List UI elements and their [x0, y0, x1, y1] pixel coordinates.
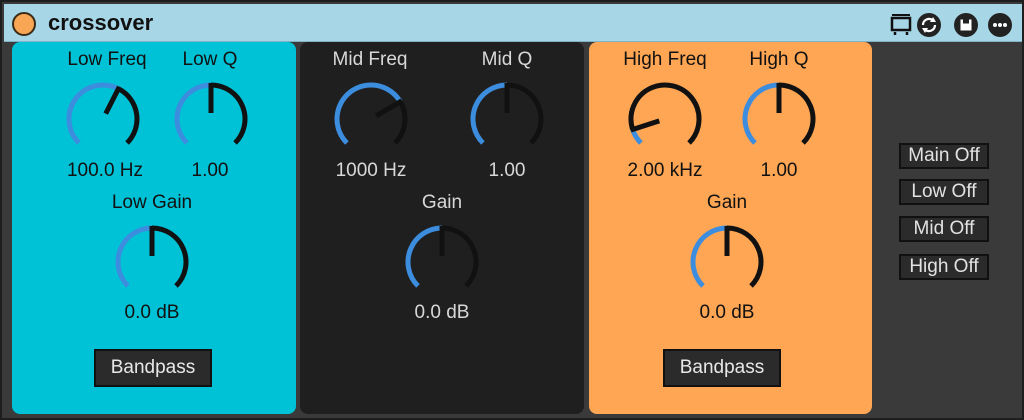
high-q-knob[interactable] — [736, 76, 822, 162]
high-gain-value: 0.0 dB — [699, 302, 755, 323]
high-q-label: High Q — [749, 49, 809, 70]
more-options-icon[interactable] — [987, 12, 1013, 38]
mid-freq-knob[interactable] — [328, 76, 414, 162]
mid-off-toggle[interactable]: Mid Off — [899, 216, 989, 242]
crossover-device: crossover Low Freq 100.0 Hz Low Q 1.00 L… — [0, 0, 1024, 420]
high-off-toggle[interactable]: High Off — [899, 254, 989, 280]
low-gain-label: Low Gain — [111, 192, 193, 213]
knob-track-arc — [393, 100, 408, 145]
knob-track-arc — [628, 82, 702, 145]
low-freq-knob[interactable] — [60, 76, 146, 162]
device-title-bar: crossover — [4, 4, 1022, 42]
knob-track-arc — [778, 82, 816, 145]
knob-value-arc — [115, 225, 153, 288]
knob-value-arc — [690, 225, 728, 288]
low-off-toggle[interactable]: Low Off — [899, 179, 989, 205]
knob-track-arc — [210, 82, 248, 145]
low-q-knob[interactable] — [168, 76, 254, 162]
knob-pointer — [629, 118, 661, 133]
knob-value-arc — [742, 82, 780, 145]
low-q-label: Low Q — [182, 49, 238, 70]
knob-track-arc — [506, 82, 544, 145]
main-off-toggle[interactable]: Main Off — [899, 143, 989, 169]
knob-value-arc — [405, 225, 443, 288]
midi-map-icon[interactable] — [888, 12, 914, 38]
low-gain-knob[interactable] — [109, 219, 195, 305]
high-freq-knob[interactable] — [622, 76, 708, 162]
knob-track-arc — [441, 225, 479, 288]
knob-value-arc — [470, 82, 508, 145]
mid-freq-value: 1000 Hz — [335, 160, 407, 181]
knob-track-arc — [117, 86, 140, 145]
knob-track-arc — [151, 225, 189, 288]
mid-q-value: 1.00 — [488, 160, 526, 181]
knob-value-arc — [334, 82, 403, 145]
high-q-value: 1.00 — [760, 160, 798, 181]
mid-band-panel: Mid Freq 1000 Hz Mid Q 1.00 Gain 0.0 dB — [300, 42, 584, 414]
sync-icon[interactable] — [916, 12, 942, 38]
low-q-value: 1.00 — [191, 160, 229, 181]
knob-value-arc — [174, 82, 212, 145]
knob-pointer — [103, 85, 122, 115]
mid-gain-value: 0.0 dB — [414, 302, 470, 323]
knob-value-arc — [66, 82, 120, 145]
low-gain-value: 0.0 dB — [124, 302, 180, 323]
mid-gain-knob[interactable] — [399, 219, 485, 305]
mid-gain-label: Gain — [421, 192, 463, 213]
low-band-panel: Low Freq 100.0 Hz Low Q 1.00 Low Gain 0.… — [12, 42, 296, 414]
save-icon[interactable] — [953, 12, 979, 38]
high-bandpass-button[interactable]: Bandpass — [663, 349, 781, 387]
mid-freq-label: Mid Freq — [332, 49, 408, 70]
device-title: crossover — [48, 10, 154, 35]
mid-q-label: Mid Q — [481, 49, 533, 70]
high-gain-label: Gain — [706, 192, 748, 213]
mid-q-knob[interactable] — [464, 76, 550, 162]
low-bandpass-button[interactable]: Bandpass — [94, 349, 212, 387]
device-power-button[interactable] — [12, 12, 36, 36]
knob-pointer — [374, 98, 404, 119]
high-band-panel: High Freq 2.00 kHz High Q 1.00 Gain 0.0 … — [589, 42, 872, 414]
knob-track-arc — [726, 225, 764, 288]
high-gain-knob[interactable] — [684, 219, 770, 305]
